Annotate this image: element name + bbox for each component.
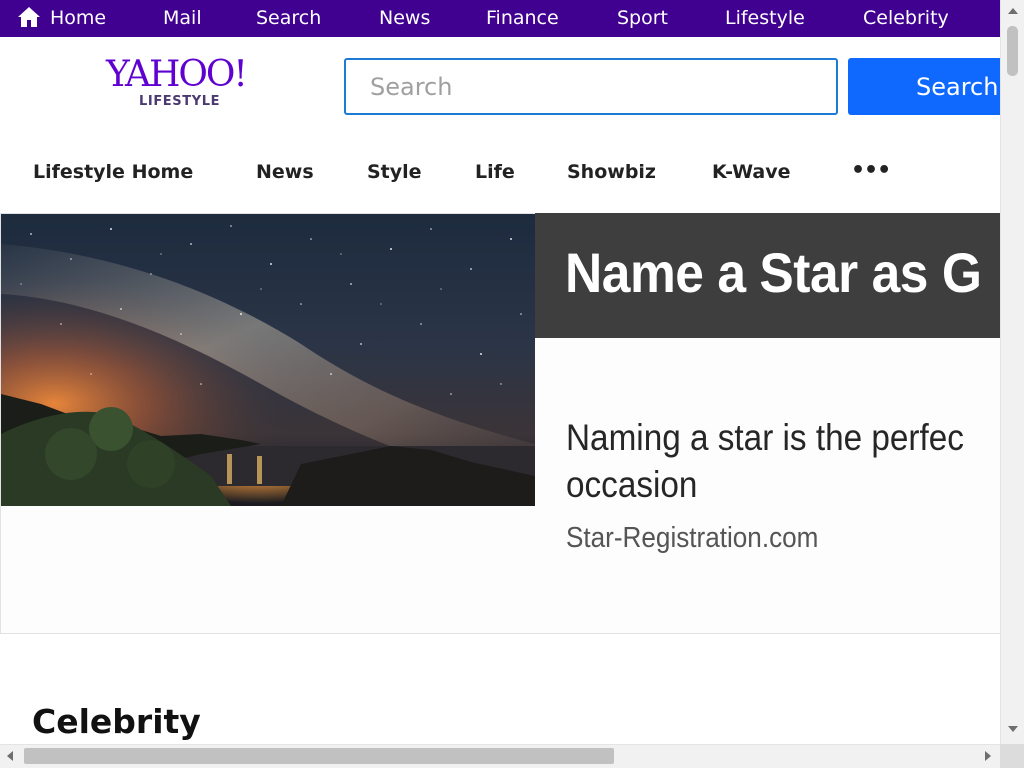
section-nav-lifestyle-home[interactable]: Lifestyle Home: [33, 158, 193, 186]
ad-image[interactable]: [1, 214, 535, 506]
top-nav-finance[interactable]: Finance: [486, 0, 559, 37]
section-nav-showbiz[interactable]: Showbiz: [567, 158, 656, 186]
home-icon[interactable]: [17, 6, 41, 28]
vertical-scroll-thumb[interactable]: [1007, 26, 1018, 76]
top-nav-search[interactable]: Search: [256, 0, 321, 37]
scroll-down-arrow-icon[interactable]: [1008, 726, 1018, 732]
section-nav-style[interactable]: Style: [367, 158, 422, 186]
top-nav-mail[interactable]: Mail: [163, 0, 202, 37]
search-input[interactable]: [344, 58, 838, 115]
milky-way-night-sky-image: [1, 214, 535, 506]
top-nav-lifestyle[interactable]: Lifestyle: [725, 0, 805, 37]
ad-description: Naming a star is the perfec occasion: [566, 417, 964, 505]
section-nav-k-wave[interactable]: K-Wave: [712, 158, 790, 186]
top-nav-celebrity[interactable]: Celebrity: [863, 0, 949, 37]
search-button[interactable]: Search: [848, 58, 1000, 115]
scroll-up-arrow-icon[interactable]: [1008, 8, 1018, 14]
top-nav-news[interactable]: News: [379, 0, 430, 37]
more-menu-icon[interactable]: •••: [851, 158, 891, 186]
ad-headline[interactable]: Name a Star as G: [565, 240, 982, 305]
scrollbar-corner: [1000, 744, 1024, 768]
scroll-left-arrow-icon[interactable]: [7, 751, 13, 761]
ad-source[interactable]: Star-Registration.com: [566, 522, 818, 555]
logo-wordmark: YAHOO!: [106, 54, 248, 95]
section-title-celebrity: Celebrity: [32, 702, 201, 741]
vertical-scrollbar[interactable]: [1000, 0, 1024, 744]
section-nav-life[interactable]: Life: [475, 158, 515, 186]
scroll-right-arrow-icon[interactable]: [985, 751, 991, 761]
page-viewport: Home Mail Search News Finance Sport Life…: [0, 0, 1000, 744]
top-nav-sport[interactable]: Sport: [617, 0, 668, 37]
logo-subtext: LIFESTYLE: [139, 94, 221, 109]
horizontal-scrollbar[interactable]: [0, 744, 1000, 768]
horizontal-scroll-thumb[interactable]: [24, 748, 614, 764]
top-nav-bar: Home Mail Search News Finance Sport Life…: [0, 0, 1000, 37]
section-nav-news[interactable]: News: [256, 158, 314, 186]
top-nav-home[interactable]: Home: [50, 0, 106, 37]
yahoo-lifestyle-logo[interactable]: YAHOO! LIFESTYLE: [106, 55, 258, 115]
